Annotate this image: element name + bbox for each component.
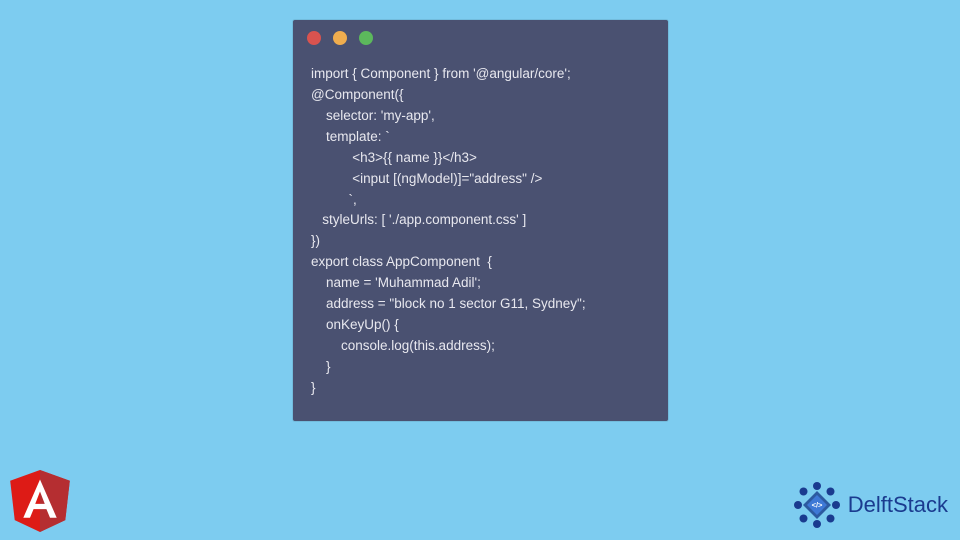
delftstack-badge-icon: </> bbox=[792, 480, 842, 530]
window-titlebar bbox=[293, 20, 668, 56]
svg-text:</>: </> bbox=[811, 501, 822, 510]
delftstack-logo: </> DelftStack bbox=[792, 480, 948, 530]
minimize-dot-icon bbox=[333, 31, 347, 45]
code-window: import { Component } from '@angular/core… bbox=[293, 20, 668, 421]
angular-logo-icon bbox=[10, 470, 70, 532]
maximize-dot-icon bbox=[359, 31, 373, 45]
close-dot-icon bbox=[307, 31, 321, 45]
code-content: import { Component } from '@angular/core… bbox=[293, 56, 668, 421]
delftstack-text: DelftStack bbox=[848, 492, 948, 518]
